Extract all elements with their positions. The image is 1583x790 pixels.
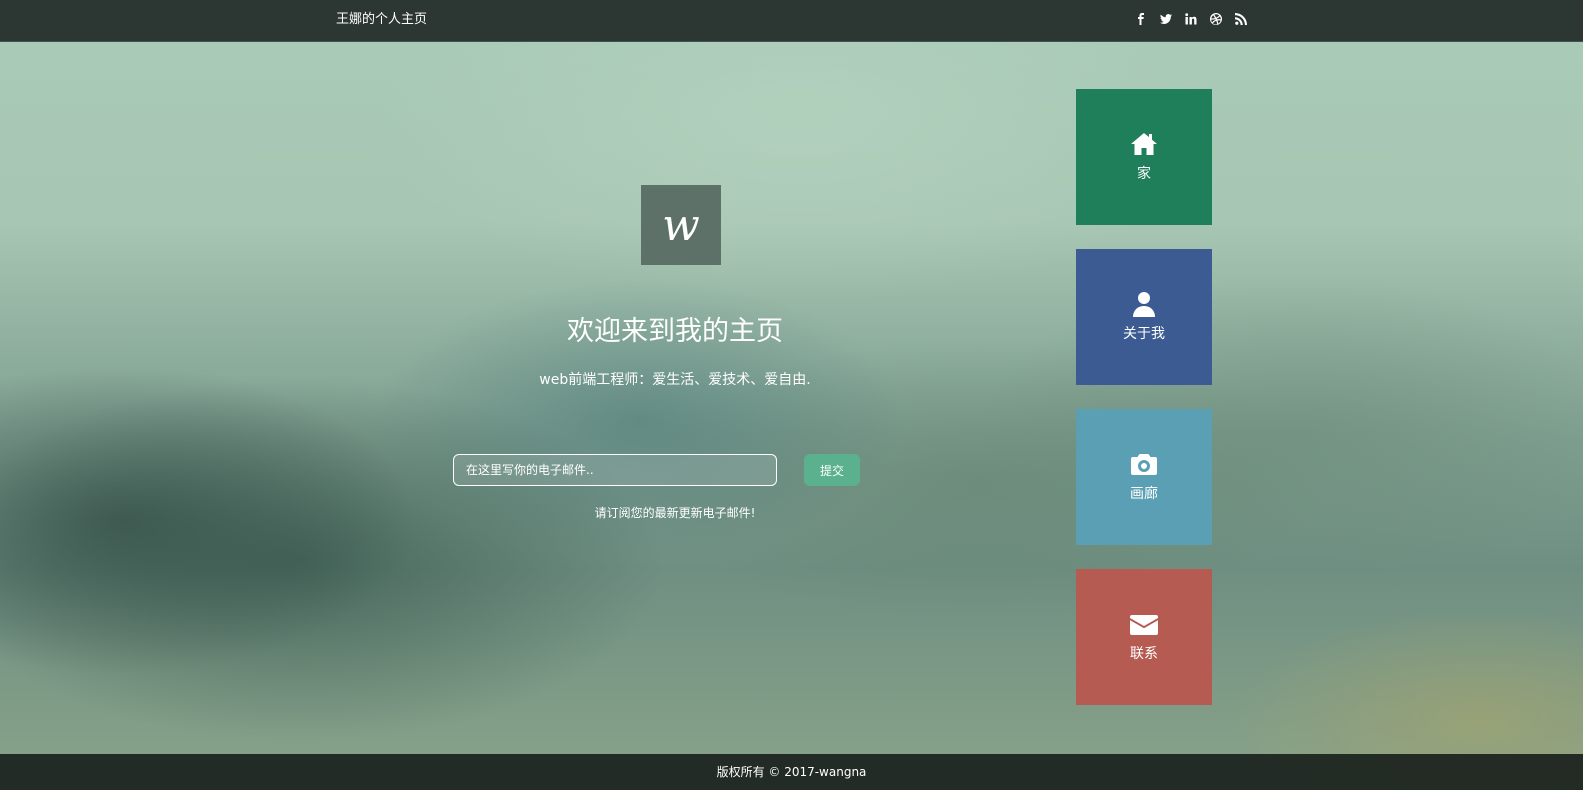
tile-home[interactable]: 家 xyxy=(1076,89,1212,225)
submit-button[interactable]: 提交 xyxy=(804,454,860,486)
user-icon xyxy=(1130,291,1158,317)
tile-about[interactable]: 关于我 xyxy=(1076,249,1212,385)
tile-home-label: 家 xyxy=(1137,166,1151,182)
copyright-text: 版权所有 © 2017-wangna xyxy=(716,765,867,779)
home-icon xyxy=(1130,131,1158,157)
tile-about-label: 关于我 xyxy=(1123,326,1165,342)
twitter-icon[interactable] xyxy=(1159,12,1172,26)
tile-gallery[interactable]: 画廊 xyxy=(1076,409,1212,545)
linkedin-icon[interactable] xyxy=(1184,12,1197,26)
logo-badge: w xyxy=(641,185,721,265)
envelope-icon xyxy=(1130,611,1158,637)
facebook-icon[interactable] xyxy=(1134,12,1147,26)
tile-gallery-label: 画廊 xyxy=(1130,486,1158,502)
top-navbar: 王娜的个人主页 xyxy=(0,0,1583,42)
footer: 版权所有 © 2017-wangna xyxy=(0,754,1583,790)
tile-contact[interactable]: 联系 xyxy=(1076,569,1212,705)
dribbble-icon[interactable] xyxy=(1209,12,1222,26)
email-input[interactable] xyxy=(453,454,777,486)
camera-icon xyxy=(1130,451,1158,477)
tile-contact-label: 联系 xyxy=(1130,646,1158,662)
rss-icon[interactable] xyxy=(1234,12,1247,26)
site-brand[interactable]: 王娜的个人主页 xyxy=(336,12,427,28)
social-links xyxy=(1134,12,1247,26)
